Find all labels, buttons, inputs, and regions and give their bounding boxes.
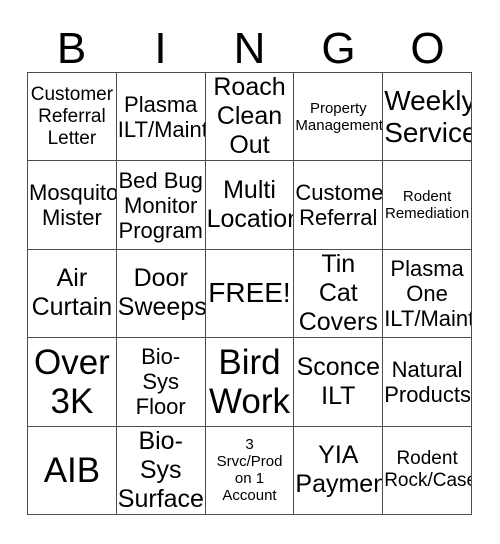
bingo-cell[interactable]: Rodent Rock/Case bbox=[383, 426, 472, 515]
bingo-cell-label: Multi Location bbox=[206, 176, 295, 234]
bingo-cell[interactable]: Natural Products bbox=[383, 338, 472, 427]
bingo-cell-label: Property Management bbox=[295, 99, 383, 134]
bingo-cell-label: Air Curtain bbox=[31, 264, 113, 322]
bingo-cell[interactable]: Plasma One ILT/Maint bbox=[383, 249, 472, 339]
bingo-cell-free[interactable]: FREE! bbox=[205, 249, 295, 339]
header-letter-i: I bbox=[154, 24, 167, 73]
bingo-cell[interactable]: Sconce ILT bbox=[294, 338, 384, 427]
bingo-cell[interactable]: Tin Cat Covers bbox=[294, 249, 384, 339]
bingo-cell-label: Bird Work bbox=[208, 342, 290, 421]
bingo-cell-label: Door Sweeps bbox=[117, 264, 206, 322]
bingo-cell[interactable]: Bird Work bbox=[205, 338, 295, 427]
bingo-cell-label: Rodent Remediation bbox=[384, 188, 470, 223]
bingo-cell-label: Roach Clean Out bbox=[213, 73, 286, 160]
bingo-cell[interactable]: YIA Payment bbox=[294, 426, 384, 515]
bingo-cell[interactable]: Air Curtain bbox=[28, 249, 117, 339]
bingo-cell-label: Customer Referral Letter bbox=[30, 83, 114, 149]
bingo-cell-label: Bio-Sys Surface bbox=[117, 426, 204, 513]
bingo-cell[interactable]: Over 3K bbox=[28, 338, 117, 427]
bingo-cell-label: AIB bbox=[43, 450, 101, 490]
bingo-cell[interactable]: Multi Location bbox=[205, 161, 295, 250]
header-letter-n: N bbox=[233, 24, 266, 73]
bingo-cell[interactable]: Bio- Sys Floor bbox=[116, 338, 206, 427]
bingo-cell[interactable]: Plasma ILT/Maint bbox=[116, 73, 206, 162]
bingo-cell[interactable]: Roach Clean Out bbox=[205, 73, 295, 162]
bingo-cell-label: Sconce ILT bbox=[296, 352, 380, 410]
bingo-cell[interactable]: Door Sweeps bbox=[116, 249, 206, 339]
bingo-cell[interactable]: Property Management bbox=[294, 73, 384, 162]
bingo-cell-label: Rodent Rock/Case bbox=[384, 448, 472, 492]
bingo-cell[interactable]: AIB bbox=[28, 426, 117, 515]
bingo-cell-label: Customer Referral bbox=[295, 180, 384, 231]
bingo-cell[interactable]: Weekly Service bbox=[383, 73, 472, 162]
bingo-cell-label: Plasma One ILT/Maint bbox=[384, 255, 472, 331]
bingo-cell[interactable]: Customer Referral Letter bbox=[28, 73, 117, 162]
bingo-cell-label: Weekly Service bbox=[384, 84, 472, 148]
bingo-cell[interactable]: Mosquito Mister bbox=[28, 161, 117, 250]
bingo-cell-label: Plasma ILT/Maint bbox=[117, 91, 206, 142]
bingo-cell-label: 3 Srvc/Prod on 1 Account bbox=[216, 436, 283, 505]
bingo-cell-label: Over 3K bbox=[33, 342, 110, 421]
bingo-cell-label: YIA Payment bbox=[295, 441, 382, 499]
bingo-cell-label: Bio- Sys Floor bbox=[135, 344, 186, 420]
bingo-cell[interactable]: Bio-Sys Surface bbox=[116, 426, 206, 515]
bingo-cell[interactable]: 3 Srvc/Prod on 1 Account bbox=[205, 426, 295, 515]
bingo-cell-label: Mosquito Mister bbox=[29, 180, 117, 231]
bingo-grid: Customer Referral Letter Plasma ILT/Maint… bbox=[27, 72, 472, 515]
bingo-header-row: B I N G O bbox=[27, 18, 472, 72]
header-letter-g: G bbox=[321, 24, 356, 73]
bingo-card: B I N G O Customer Referral Letter Plasma… bbox=[0, 0, 500, 544]
bingo-cell[interactable]: Bed Bug Monitor Program bbox=[116, 161, 206, 250]
bingo-cell-label: Natural Products bbox=[384, 356, 472, 407]
bingo-cell-label: Bed Bug Monitor Program bbox=[118, 167, 203, 243]
bingo-cell[interactable]: Rodent Remediation bbox=[383, 161, 472, 250]
bingo-cell-label: FREE! bbox=[208, 277, 291, 309]
bingo-cell-label: Tin Cat Covers bbox=[298, 249, 378, 336]
header-letter-b: B bbox=[56, 24, 87, 73]
header-letter-o: O bbox=[410, 24, 445, 73]
bingo-cell[interactable]: Customer Referral bbox=[294, 161, 384, 250]
